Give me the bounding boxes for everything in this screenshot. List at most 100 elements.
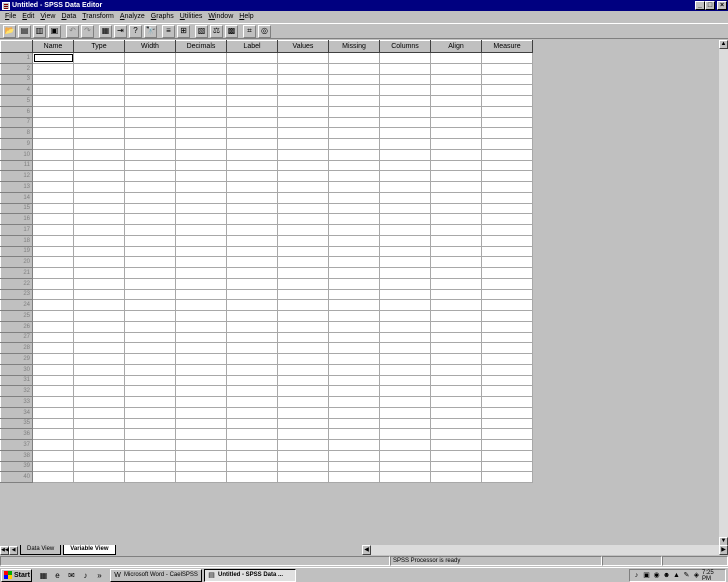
cell-name[interactable] bbox=[32, 460, 74, 473]
cell-name[interactable] bbox=[32, 148, 74, 161]
cell-measure[interactable] bbox=[481, 52, 533, 64]
row-header[interactable]: 12 bbox=[0, 170, 33, 182]
cell-label[interactable] bbox=[226, 62, 278, 75]
cell-label[interactable] bbox=[226, 191, 278, 204]
cell-values[interactable] bbox=[277, 277, 329, 290]
cell-align[interactable] bbox=[430, 460, 482, 473]
row-header[interactable]: 4 bbox=[0, 84, 33, 96]
cell-align[interactable] bbox=[430, 374, 482, 387]
column-header-name[interactable]: Name bbox=[32, 40, 74, 53]
cell-width[interactable] bbox=[124, 84, 176, 96]
cell-missing[interactable] bbox=[328, 191, 380, 204]
cell-label[interactable] bbox=[226, 159, 278, 172]
cell-width[interactable] bbox=[124, 138, 176, 150]
cell-type[interactable] bbox=[73, 191, 125, 204]
cell-missing[interactable] bbox=[328, 460, 380, 473]
cell-align[interactable] bbox=[430, 213, 482, 225]
cell-label[interactable] bbox=[226, 95, 278, 107]
cell-decimals[interactable] bbox=[175, 245, 227, 258]
cell-align[interactable] bbox=[430, 95, 482, 107]
split-file-icon[interactable]: ▧ bbox=[195, 24, 208, 38]
cell-name[interactable] bbox=[32, 234, 74, 247]
cell-values[interactable] bbox=[277, 213, 329, 225]
cell-label[interactable] bbox=[226, 127, 278, 139]
row-header[interactable]: 30 bbox=[0, 363, 33, 376]
cell-values[interactable] bbox=[277, 256, 329, 268]
cell-missing[interactable] bbox=[328, 385, 380, 397]
cell-label[interactable] bbox=[226, 363, 278, 376]
outlook-icon[interactable]: ✉ bbox=[66, 570, 77, 581]
cell-type[interactable] bbox=[73, 138, 125, 150]
desktop-icon[interactable]: ▦ bbox=[38, 570, 49, 581]
cell-columns[interactable] bbox=[379, 170, 431, 182]
cell-columns[interactable] bbox=[379, 127, 431, 139]
window-title-bar[interactable]: Untitled - SPSS Data Editor _ □ × bbox=[0, 0, 728, 11]
column-header-width[interactable]: Width bbox=[124, 40, 176, 53]
cell-decimals[interactable] bbox=[175, 342, 227, 354]
cell-values[interactable] bbox=[277, 460, 329, 473]
cell-measure[interactable] bbox=[481, 202, 533, 215]
cell-values[interactable] bbox=[277, 62, 329, 75]
cell-measure[interactable] bbox=[481, 396, 533, 408]
cell-values[interactable] bbox=[277, 73, 329, 86]
cell-values[interactable] bbox=[277, 428, 329, 440]
cell-values[interactable] bbox=[277, 181, 329, 193]
cell-values[interactable] bbox=[277, 234, 329, 247]
cell-type[interactable] bbox=[73, 363, 125, 376]
cell-align[interactable] bbox=[430, 363, 482, 376]
row-header[interactable]: 33 bbox=[0, 396, 33, 408]
cell-align[interactable] bbox=[430, 234, 482, 247]
cell-columns[interactable] bbox=[379, 428, 431, 440]
cell-missing[interactable] bbox=[328, 320, 380, 333]
goto-chart-icon[interactable]: ▦ bbox=[99, 24, 112, 38]
cell-columns[interactable] bbox=[379, 288, 431, 301]
cell-name[interactable] bbox=[32, 342, 74, 354]
cell-values[interactable] bbox=[277, 471, 329, 483]
cell-name[interactable] bbox=[32, 320, 74, 333]
tray-icon[interactable]: ◉ bbox=[652, 571, 661, 580]
cell-values[interactable] bbox=[277, 138, 329, 150]
cell-columns[interactable] bbox=[379, 299, 431, 311]
menu-view[interactable]: View bbox=[37, 11, 58, 22]
cell-label[interactable] bbox=[226, 116, 278, 129]
cell-type[interactable] bbox=[73, 127, 125, 139]
cell-values[interactable] bbox=[277, 331, 329, 344]
cell-columns[interactable] bbox=[379, 449, 431, 462]
use-sets-icon[interactable]: ◎ bbox=[258, 24, 271, 38]
weight-cases-icon[interactable]: ⚖ bbox=[210, 24, 223, 38]
scroll-up-arrow-icon[interactable]: ▲ bbox=[719, 40, 728, 49]
cell-width[interactable] bbox=[124, 374, 176, 387]
cell-values[interactable] bbox=[277, 417, 329, 430]
row-header[interactable]: 1 bbox=[0, 52, 33, 64]
cell-width[interactable] bbox=[124, 127, 176, 139]
cell-missing[interactable] bbox=[328, 374, 380, 387]
cell-label[interactable] bbox=[226, 417, 278, 430]
cell-align[interactable] bbox=[430, 159, 482, 172]
cell-missing[interactable] bbox=[328, 310, 380, 322]
cell-label[interactable] bbox=[226, 396, 278, 408]
cell-label[interactable] bbox=[226, 256, 278, 268]
cell-label[interactable] bbox=[226, 73, 278, 86]
cell-decimals[interactable] bbox=[175, 224, 227, 236]
cell-label[interactable] bbox=[226, 138, 278, 150]
cell-label[interactable] bbox=[226, 288, 278, 301]
cell-values[interactable] bbox=[277, 320, 329, 333]
cell-decimals[interactable] bbox=[175, 84, 227, 96]
cell-columns[interactable] bbox=[379, 396, 431, 408]
row-header[interactable]: 23 bbox=[0, 288, 33, 301]
row-header[interactable]: 8 bbox=[0, 127, 33, 139]
cell-width[interactable] bbox=[124, 460, 176, 473]
row-header[interactable]: 37 bbox=[0, 439, 33, 451]
cell-measure[interactable] bbox=[481, 267, 533, 279]
cell-name[interactable] bbox=[32, 52, 74, 64]
cell-width[interactable] bbox=[124, 277, 176, 290]
row-header[interactable]: 9 bbox=[0, 138, 33, 150]
cell-name[interactable] bbox=[32, 471, 74, 483]
cell-values[interactable] bbox=[277, 353, 329, 365]
cell-width[interactable] bbox=[124, 267, 176, 279]
cell-columns[interactable] bbox=[379, 138, 431, 150]
cell-label[interactable] bbox=[226, 406, 278, 419]
cell-columns[interactable] bbox=[379, 374, 431, 387]
cell-label[interactable] bbox=[226, 245, 278, 258]
cell-label[interactable] bbox=[226, 320, 278, 333]
